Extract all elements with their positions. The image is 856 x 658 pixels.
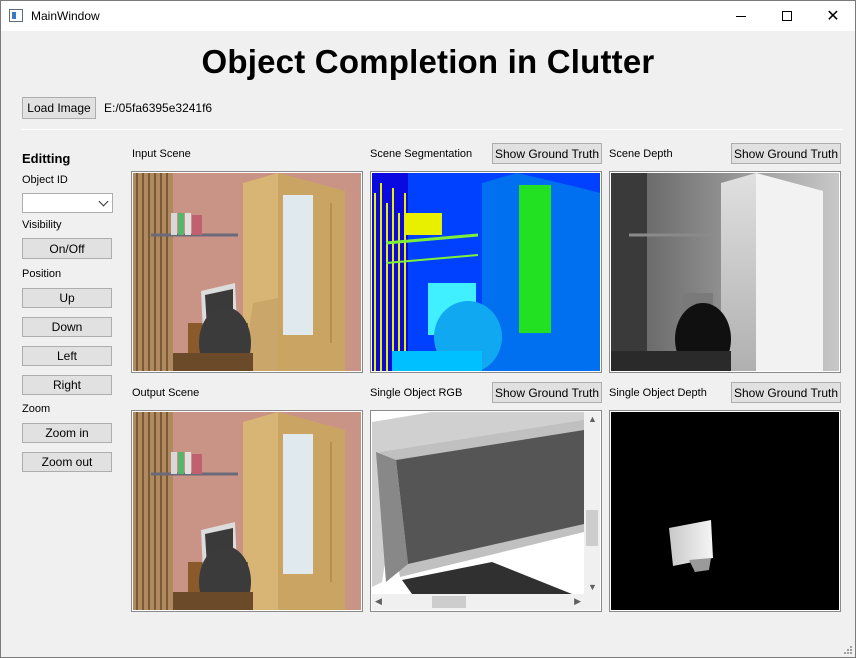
main-window: MainWindow ✕ Object Completion in Clutte… (0, 0, 856, 658)
scene-segmentation-view[interactable] (370, 171, 602, 373)
right-button[interactable]: Right (22, 375, 112, 395)
divider (21, 129, 843, 130)
object-rgb-ground-truth-button[interactable]: Show Ground Truth (492, 382, 602, 403)
single-object-depth-view[interactable] (609, 410, 841, 612)
scene-depth-image (611, 173, 839, 371)
scroll-down-icon[interactable]: ▼ (588, 582, 597, 592)
input-scene-label: Input Scene (132, 148, 191, 160)
output-scene-view[interactable] (131, 410, 363, 612)
resize-grip-icon[interactable] (843, 645, 853, 655)
zoom-out-button[interactable]: Zoom out (22, 452, 112, 472)
position-label: Position (22, 268, 62, 280)
maximize-icon (782, 11, 792, 21)
scene-depth-label: Scene Depth (609, 148, 673, 160)
close-button[interactable]: ✕ (810, 1, 856, 31)
zoom-label: Zoom (22, 403, 51, 415)
object-id-label: Object ID (22, 174, 68, 186)
scroll-right-icon[interactable]: ▶ (574, 596, 581, 607)
onoff-button[interactable]: On/Off (22, 238, 112, 259)
scene-segmentation-label: Scene Segmentation (370, 148, 473, 160)
single-object-depth-image (611, 412, 839, 610)
image-path-text: E:/05fa6395e3241f6 (104, 101, 213, 115)
object-depth-ground-truth-button[interactable]: Show Ground Truth (731, 382, 841, 403)
input-scene-view[interactable] (131, 171, 363, 373)
horizontal-scroll-thumb[interactable] (432, 596, 466, 608)
single-object-rgb-view[interactable]: ▲ ▼ ◀ ▶ (370, 410, 602, 612)
zoom-in-button[interactable]: Zoom in (22, 423, 112, 443)
object-id-select[interactable] (22, 193, 113, 213)
editing-heading: Editting (22, 151, 71, 166)
single-object-rgb-label: Single Object RGB (370, 387, 463, 399)
left-button[interactable]: Left (22, 346, 112, 366)
single-object-rgb-image (372, 412, 584, 594)
visibility-label: Visibility (22, 219, 62, 231)
scroll-up-icon[interactable]: ▲ (588, 414, 597, 424)
minimize-icon (736, 15, 746, 17)
load-image-button[interactable]: Load Image (22, 97, 96, 119)
output-scene-label: Output Scene (132, 387, 200, 399)
minimize-button[interactable] (718, 1, 764, 31)
output-scene-image (133, 412, 361, 610)
up-button[interactable]: Up (22, 288, 112, 308)
horizontal-scrollbar[interactable]: ◀ ▶ (372, 594, 584, 610)
scene-segmentation-image (372, 173, 600, 371)
title-bar: MainWindow ✕ (1, 1, 855, 31)
page-title: Object Completion in Clutter (201, 43, 655, 80)
input-scene-image (133, 173, 361, 371)
vertical-scroll-thumb[interactable] (586, 510, 598, 546)
window-title: MainWindow (31, 9, 100, 23)
vertical-scrollbar[interactable]: ▲ ▼ (584, 412, 600, 594)
segmentation-ground-truth-button[interactable]: Show Ground Truth (492, 143, 602, 164)
maximize-button[interactable] (764, 1, 810, 31)
app-icon (9, 9, 23, 22)
chevron-down-icon (98, 196, 109, 207)
down-button[interactable]: Down (22, 317, 112, 337)
scroll-corner (584, 594, 600, 610)
scroll-left-icon[interactable]: ◀ (375, 596, 382, 607)
depth-ground-truth-button[interactable]: Show Ground Truth (731, 143, 841, 164)
single-object-depth-label: Single Object Depth (609, 387, 707, 399)
scene-depth-view[interactable] (609, 171, 841, 373)
close-icon: ✕ (826, 8, 840, 25)
